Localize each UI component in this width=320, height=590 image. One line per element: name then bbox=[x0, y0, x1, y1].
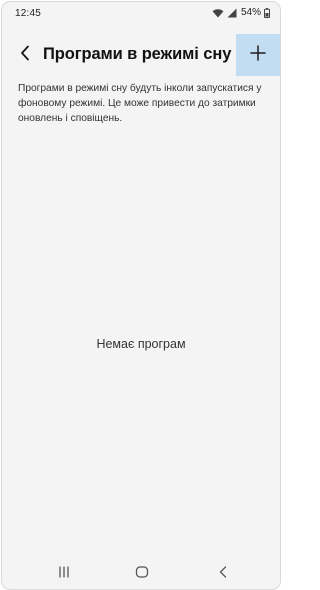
status-time: 12:45 bbox=[15, 8, 42, 19]
phone-screen: 12:45 54% Програми в режимі сну Програми… bbox=[1, 1, 281, 590]
status-icons: 54% bbox=[212, 7, 270, 18]
recents-button[interactable] bbox=[53, 566, 75, 582]
app-bar: Програми в режимі сну bbox=[2, 34, 280, 76]
add-app-button[interactable] bbox=[236, 34, 280, 76]
navigation-bar bbox=[2, 562, 280, 586]
battery-percentage: 54% bbox=[240, 7, 261, 18]
back-button[interactable] bbox=[14, 42, 36, 68]
page-title: Програми в режимі сну bbox=[43, 45, 232, 63]
signal-icon bbox=[227, 8, 237, 18]
wifi-icon bbox=[212, 8, 224, 18]
back-nav-button[interactable] bbox=[212, 566, 234, 582]
plus-icon bbox=[250, 44, 266, 66]
empty-state-text: Немає програм bbox=[96, 337, 186, 351]
chevron-left-icon bbox=[20, 45, 30, 66]
battery-icon bbox=[264, 7, 270, 18]
home-icon bbox=[135, 565, 149, 583]
description-text: Програми в режимі сну будуть інколи запу… bbox=[18, 83, 262, 124]
status-bar: 12:45 54% bbox=[2, 2, 280, 26]
recents-icon bbox=[58, 565, 70, 583]
home-button[interactable] bbox=[131, 566, 153, 582]
back-icon bbox=[219, 565, 227, 583]
